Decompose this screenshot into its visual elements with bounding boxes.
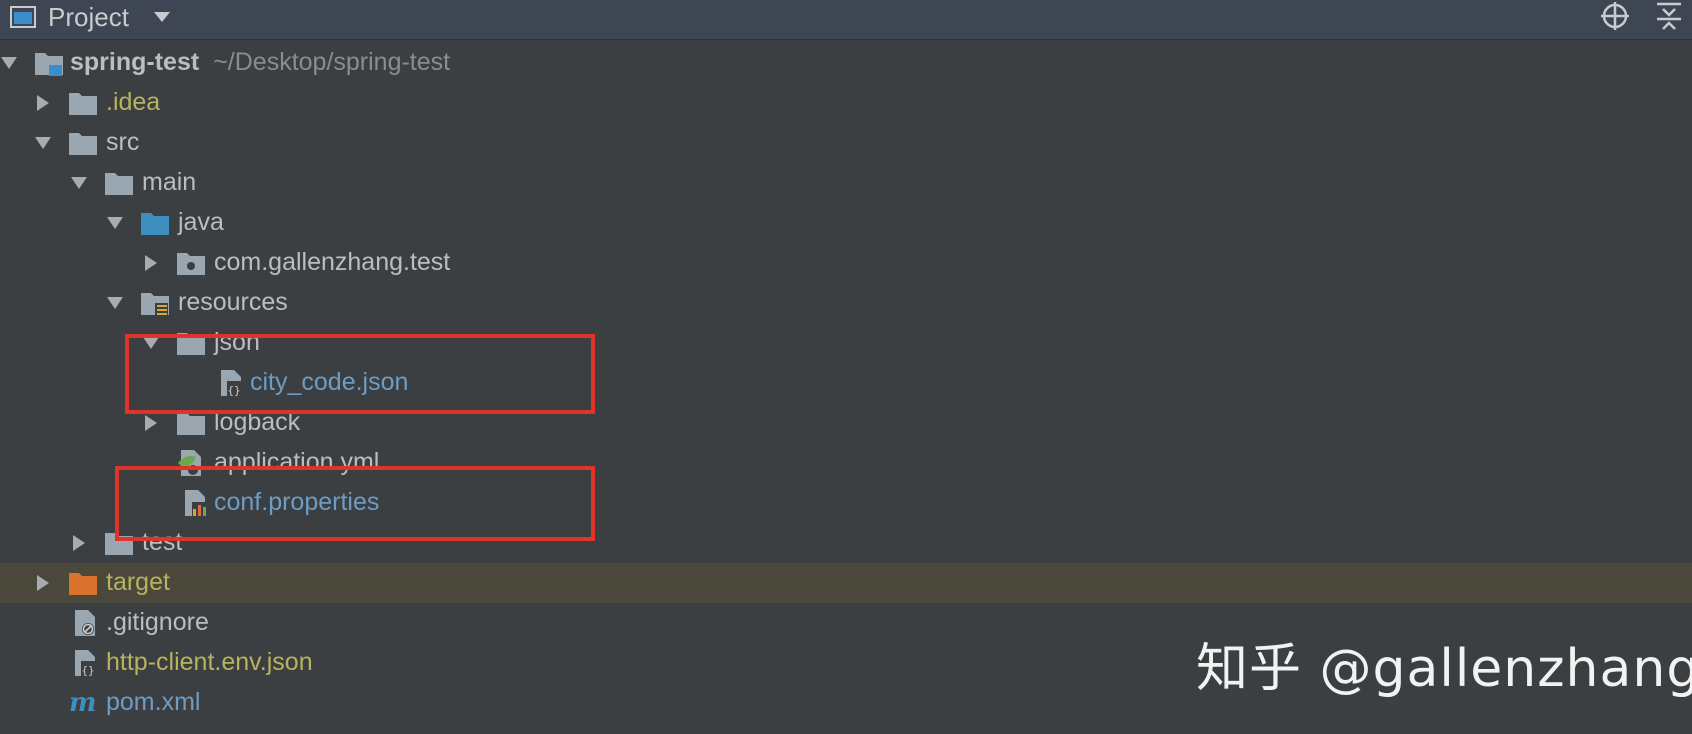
tree-item-label: target <box>106 568 170 596</box>
chevron-down-icon[interactable] <box>0 54 18 72</box>
tree-item-label: pom.xml <box>106 688 201 716</box>
chevron-down-icon[interactable] <box>106 294 124 312</box>
tree-item-target[interactable]: target <box>0 563 1692 603</box>
svg-text:m: m <box>69 689 97 717</box>
tree-item-label: resources <box>178 288 288 316</box>
json-file-icon: {} <box>75 650 95 677</box>
excluded-folder-icon <box>69 573 97 595</box>
tree-item-main[interactable]: main <box>0 163 1692 203</box>
annotation-box-properties <box>115 466 595 541</box>
chevron-right-icon[interactable] <box>34 574 52 592</box>
annotation-box-json <box>125 334 595 414</box>
package-icon <box>177 253 205 275</box>
tree-item-label: java <box>178 208 224 236</box>
tree-item-label: src <box>106 128 140 156</box>
tree-item-java[interactable]: java <box>0 203 1692 243</box>
module-folder-icon <box>35 53 63 76</box>
project-toolwindow-header: Project <box>0 0 1692 40</box>
chevron-down-icon[interactable] <box>70 174 88 192</box>
tree-item-label: spring-test ~/Desktop/spring-test <box>70 48 451 76</box>
chevron-right-icon[interactable] <box>70 534 88 552</box>
collapse-all-icon[interactable] <box>1655 1 1683 31</box>
tree-item-label: main <box>142 168 197 196</box>
resources-folder-icon <box>141 293 169 316</box>
tree-item-spring-test[interactable]: spring-test ~/Desktop/spring-test <box>0 43 1692 83</box>
tree-item-resources[interactable]: resources <box>0 283 1692 323</box>
tree-item-label: com.gallenzhang.test <box>214 248 451 276</box>
folder-icon <box>69 93 97 115</box>
chevron-right-icon[interactable] <box>142 414 160 432</box>
chevron-down-icon[interactable] <box>154 12 170 24</box>
tree-item-idea[interactable]: .idea <box>0 83 1692 123</box>
maven-file-icon: m <box>69 689 97 717</box>
toolwindow-title[interactable]: Project <box>48 4 129 30</box>
tree-item-package[interactable]: com.gallenzhang.test <box>0 243 1692 283</box>
tree-item-label: http-client.env.json <box>106 648 313 676</box>
module-path: ~/Desktop/spring-test <box>213 48 451 76</box>
chevron-down-icon[interactable] <box>34 134 52 152</box>
locate-target-icon[interactable] <box>1600 1 1630 31</box>
source-folder-icon <box>141 213 169 235</box>
folder-icon <box>69 133 97 155</box>
chevron-down-icon[interactable] <box>106 214 124 232</box>
svg-text:{}: {} <box>81 664 94 677</box>
watermark: 知乎 @gallenzhang <box>1196 639 1692 699</box>
tree-item-label: .gitignore <box>106 608 209 636</box>
chevron-right-icon[interactable] <box>34 94 52 112</box>
project-panel-icon <box>10 6 36 28</box>
tree-item-src[interactable]: src <box>0 123 1692 163</box>
ignore-file-icon <box>75 610 95 636</box>
folder-icon <box>105 173 133 195</box>
chevron-right-icon[interactable] <box>142 254 160 272</box>
tree-item-label: .idea <box>106 88 161 116</box>
